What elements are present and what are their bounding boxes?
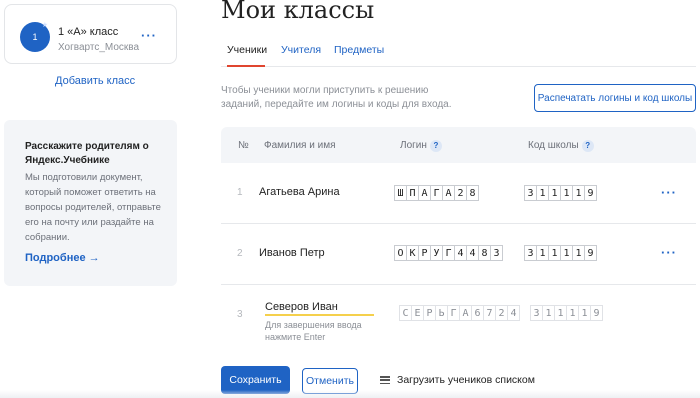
- list-icon: [380, 376, 390, 384]
- promo-title: Расскажите родителям о Яндекс.Учебнике: [25, 141, 149, 166]
- header-login: Логин?: [400, 140, 442, 152]
- code-chars: 311119: [524, 245, 597, 261]
- student-name: Агатьева Арина: [259, 186, 340, 198]
- row-number: 1: [237, 187, 243, 198]
- upload-list-button[interactable]: Загрузить учеников списком: [380, 374, 535, 386]
- upload-list-label: Загрузить учеников списком: [397, 374, 535, 386]
- tab-subjects[interactable]: Предметы: [334, 44, 384, 67]
- promo-text: Мы подготовили документ, который поможет…: [25, 172, 161, 243]
- row-more-icon[interactable]: ···: [661, 185, 677, 200]
- char-cell: 4: [507, 305, 520, 321]
- login-chars: ШПАГА28: [394, 185, 479, 201]
- class-name: 1 «А» класс: [58, 26, 119, 38]
- student-name-input[interactable]: Северов Иван: [265, 301, 374, 316]
- header-code-label: Код школы: [528, 140, 579, 151]
- login-help-icon[interactable]: ?: [429, 140, 442, 152]
- table-row-editing: 3 Северов Иван Для завершения ввода нажм…: [221, 285, 696, 347]
- header-login-label: Логин: [400, 140, 427, 151]
- login-chars: ОКРУГ4483: [394, 245, 503, 261]
- class-avatar: ★ 1: [20, 22, 50, 52]
- char-cell: 8: [466, 185, 479, 201]
- code-help-icon[interactable]: ?: [581, 140, 594, 152]
- bottom-fade: [0, 390, 700, 398]
- add-class-link[interactable]: Добавить класс: [55, 75, 135, 87]
- promo-more-link[interactable]: Подробнее →: [25, 252, 100, 264]
- star-icon: ★: [41, 22, 48, 29]
- char-cell: 3: [490, 245, 503, 261]
- class-more-icon[interactable]: ···: [141, 28, 157, 43]
- tabs: Ученики Учителя Предметы: [221, 43, 696, 67]
- page-title: Мои классы: [221, 0, 375, 24]
- table-row: 2 Иванов Петр ОКРУГ4483 311119 ···: [221, 224, 696, 285]
- tab-students[interactable]: Ученики: [227, 44, 267, 67]
- code-chars: 311119: [524, 185, 597, 201]
- row-more-icon[interactable]: ···: [661, 245, 677, 260]
- code-chars: 311119: [530, 305, 603, 321]
- class-avatar-number: 1: [32, 32, 38, 42]
- print-logins-button[interactable]: Распечатать логины и код школы: [534, 84, 696, 112]
- char-cell: 9: [584, 245, 597, 261]
- login-chars: СЕРЬГА6724: [399, 305, 520, 321]
- header-code: Код школы?: [528, 140, 594, 152]
- row-number: 2: [237, 248, 243, 259]
- header-num: №: [238, 140, 249, 151]
- edit-hint: Для завершения ввода нажмите Enter: [265, 320, 362, 342]
- class-school: Хогвартс_Москва: [58, 42, 140, 53]
- student-name: Иванов Петр: [259, 247, 325, 259]
- char-cell: 9: [590, 305, 603, 321]
- table-row: 1 Агатьева Арина ШПАГА28 311119 ···: [221, 163, 696, 224]
- header-name: Фамилия и имя: [264, 140, 336, 151]
- login-hint: Чтобы ученики могли приступить к решению…: [221, 85, 452, 110]
- tab-teachers[interactable]: Учителя: [281, 44, 321, 67]
- table-header: № Фамилия и имя Логин? Код школы?: [221, 127, 696, 163]
- char-cell: 9: [584, 185, 597, 201]
- parents-promo: Расскажите родителям о Яндекс.Учебнике М…: [4, 120, 177, 286]
- class-card[interactable]: ★ 1 1 «А» класс Хогвартс_Москва ···: [4, 4, 177, 64]
- row-number: 3: [237, 309, 243, 320]
